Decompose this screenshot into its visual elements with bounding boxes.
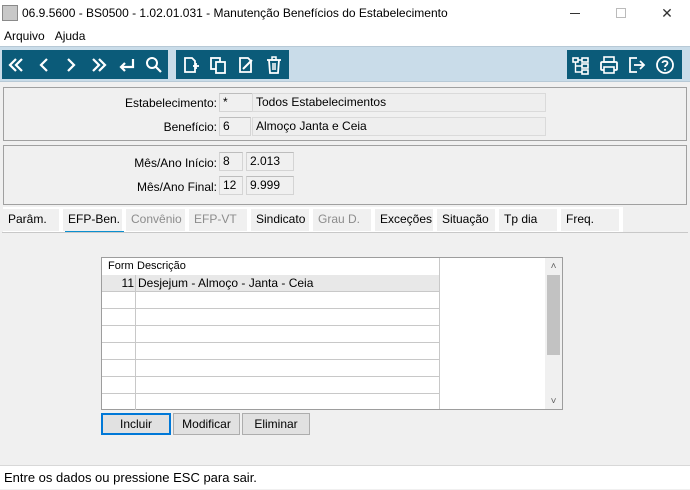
incluir-button[interactable]: Incluir bbox=[101, 413, 171, 435]
tab-strip: Parâm. EFP-Ben. Convênio EFP-VT Sindicat… bbox=[3, 207, 623, 234]
print-button[interactable] bbox=[595, 50, 623, 79]
beneficio-label: Benefício: bbox=[163, 120, 217, 134]
previous-record-button[interactable] bbox=[30, 50, 58, 79]
minimize-icon bbox=[570, 12, 580, 14]
menu-bar: Arquivo Ajuda bbox=[0, 26, 690, 46]
grid-scrollbar[interactable]: ˄ ˅ bbox=[545, 258, 562, 409]
window-controls: ✕ bbox=[552, 0, 690, 26]
search-button[interactable] bbox=[140, 50, 168, 79]
beneficio-code-field[interactable]: 6 bbox=[219, 117, 251, 136]
minimize-button[interactable] bbox=[552, 0, 598, 26]
estabelecimento-label: Estabelecimento: bbox=[124, 96, 217, 110]
beneficio-desc-field: Almoço Janta e Ceia bbox=[252, 117, 546, 136]
tab-convenio[interactable]: Convênio bbox=[126, 209, 189, 231]
maximize-button[interactable] bbox=[598, 0, 644, 26]
tab-grau-d[interactable]: Grau D. bbox=[313, 209, 375, 231]
edit-group bbox=[176, 50, 289, 79]
goto-icon bbox=[118, 58, 134, 72]
exit-icon bbox=[629, 56, 646, 73]
table-row[interactable]: 11 Desjejum - Almoço - Janta - Ceia bbox=[102, 275, 440, 292]
delete-button[interactable] bbox=[260, 50, 288, 79]
print-icon bbox=[600, 55, 618, 74]
column-divider bbox=[439, 258, 440, 409]
end-year-field[interactable]: 9.999 bbox=[246, 176, 294, 195]
start-month-field[interactable]: 8 bbox=[219, 152, 243, 171]
copy-button[interactable] bbox=[204, 50, 232, 79]
tab-tp-dia[interactable]: Tp dia bbox=[499, 209, 561, 231]
first-icon bbox=[8, 57, 23, 72]
table-row-empty[interactable] bbox=[102, 292, 440, 309]
help-button[interactable] bbox=[651, 50, 679, 79]
column-header-form[interactable]: Form bbox=[108, 260, 134, 272]
cell-descricao: Desjejum - Almoço - Janta - Ceia bbox=[138, 276, 314, 290]
table-row-empty[interactable] bbox=[102, 377, 440, 394]
period-panel bbox=[3, 145, 687, 205]
new-button[interactable] bbox=[176, 50, 204, 79]
tab-efp-ben[interactable]: EFP-Ben. bbox=[63, 209, 126, 234]
title-bar: 06.9.5600 - BS0500 - 1.02.01.031 - Manut… bbox=[0, 0, 690, 26]
menu-ajuda[interactable]: Ajuda bbox=[51, 29, 92, 43]
tab-excecoes[interactable]: Exceções bbox=[375, 209, 437, 231]
app-icon bbox=[2, 5, 18, 21]
start-year-field[interactable]: 2.013 bbox=[246, 152, 294, 171]
edit-button[interactable] bbox=[232, 50, 260, 79]
scroll-thumb[interactable] bbox=[547, 275, 560, 355]
utility-group bbox=[567, 50, 682, 79]
tab-sindicato[interactable]: Sindicato bbox=[251, 209, 313, 231]
next-icon bbox=[67, 57, 76, 72]
first-record-button[interactable] bbox=[2, 50, 30, 79]
mes-ano-inicio-label: Mês/Ano Início: bbox=[134, 156, 217, 170]
help-icon bbox=[656, 55, 674, 74]
delete-icon bbox=[267, 55, 281, 74]
column-header-descricao[interactable]: Descrição bbox=[137, 260, 186, 272]
exit-button[interactable] bbox=[623, 50, 651, 79]
navigation-group bbox=[2, 50, 168, 79]
scroll-down-icon[interactable]: ˅ bbox=[545, 393, 562, 409]
previous-icon bbox=[38, 57, 48, 72]
tab-efp-vt[interactable]: EFP-VT bbox=[189, 209, 251, 231]
table-row-empty[interactable] bbox=[102, 394, 440, 411]
estabelecimento-desc-field: Todos Estabelecimentos bbox=[252, 93, 546, 112]
status-bar: Entre os dados ou pressione ESC para sai… bbox=[0, 465, 690, 489]
search-icon bbox=[146, 56, 162, 73]
modificar-button[interactable]: Modificar bbox=[173, 413, 240, 435]
table-row-empty[interactable] bbox=[102, 326, 440, 343]
toolbar bbox=[0, 46, 690, 82]
cell-form: 11 bbox=[121, 276, 134, 290]
scroll-up-icon[interactable]: ˄ bbox=[545, 258, 562, 274]
table-row-empty[interactable] bbox=[102, 360, 440, 377]
tab-situacao[interactable]: Situação bbox=[437, 209, 499, 231]
beneficios-grid[interactable]: Form Descrição 11 Desjejum - Almoço - Ja… bbox=[101, 257, 563, 410]
new-icon bbox=[184, 56, 199, 73]
maximize-icon bbox=[616, 8, 626, 18]
eliminar-button[interactable]: Eliminar bbox=[242, 413, 310, 435]
goto-button[interactable] bbox=[113, 50, 141, 79]
column-divider bbox=[135, 275, 136, 410]
tab-freq[interactable]: Freq. bbox=[561, 209, 623, 231]
edit-icon bbox=[239, 56, 253, 73]
hierarchy-button[interactable] bbox=[567, 50, 595, 79]
copy-icon bbox=[210, 56, 226, 74]
tab-param[interactable]: Parâm. bbox=[3, 209, 63, 231]
hierarchy-icon bbox=[572, 56, 589, 75]
grid-header: Form Descrição bbox=[102, 258, 439, 275]
window-title: 06.9.5600 - BS0500 - 1.02.01.031 - Manut… bbox=[22, 6, 448, 20]
next-record-button[interactable] bbox=[57, 50, 85, 79]
menu-arquivo[interactable]: Arquivo bbox=[0, 29, 51, 43]
end-month-field[interactable]: 12 bbox=[219, 176, 243, 195]
close-button[interactable]: ✕ bbox=[644, 0, 690, 26]
mes-ano-final-label: Mês/Ano Final: bbox=[136, 180, 217, 194]
last-record-button[interactable] bbox=[85, 50, 113, 79]
last-icon bbox=[92, 57, 107, 72]
table-row-empty[interactable] bbox=[102, 309, 440, 326]
table-row-empty[interactable] bbox=[102, 343, 440, 360]
